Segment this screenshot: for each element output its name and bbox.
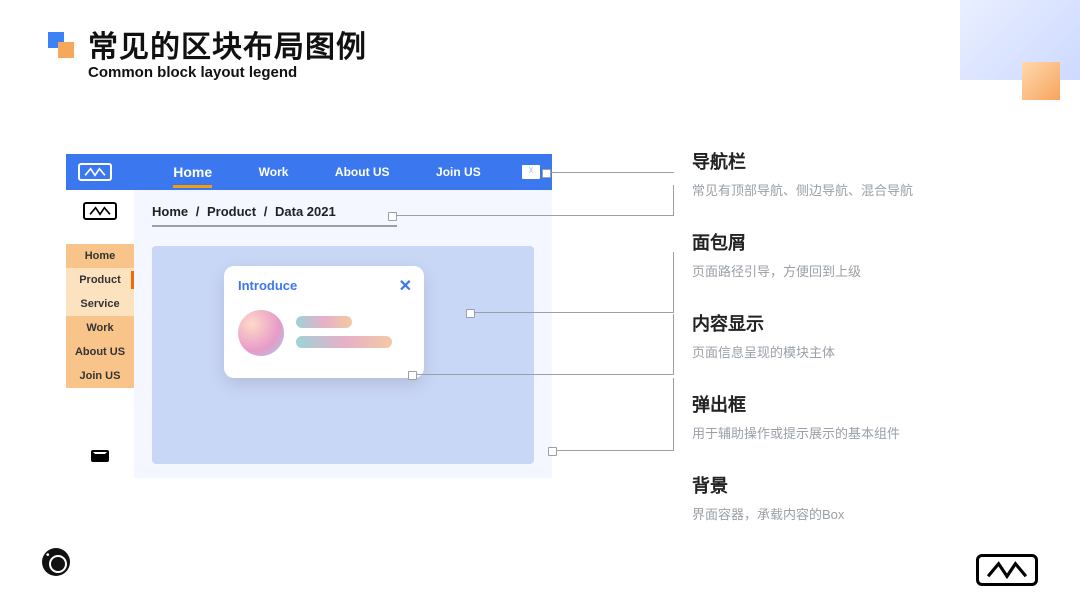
legend-heading: 背景: [692, 472, 1052, 498]
side-nav-item-product[interactable]: Product: [66, 268, 134, 292]
side-nav: Home Product Service Work About US Join …: [66, 190, 134, 478]
connector-line: [390, 215, 674, 216]
legend-desc: 常见有顶部导航、侧边导航、混合导航: [692, 180, 1052, 199]
top-nav-item-work[interactable]: Work: [259, 165, 289, 179]
top-nav-item-join[interactable]: Join US: [436, 165, 481, 179]
legend-desc: 界面容器，承载内容的Box: [692, 504, 1052, 523]
close-icon[interactable]: ✕: [399, 276, 412, 296]
breadcrumb-part[interactable]: Home: [152, 204, 188, 219]
top-nav-items: Home Work About US Join US: [150, 164, 504, 180]
text-placeholder: [296, 336, 392, 348]
page-title-en: Common block layout legend: [88, 64, 297, 81]
breadcrumb-underline: [152, 225, 397, 227]
breadcrumb-current: Data 2021: [275, 204, 336, 219]
legend-row-background: 背景 界面容器，承载内容的Box: [692, 472, 1052, 523]
connector-line: [544, 172, 674, 173]
brand-logo-icon: [78, 163, 112, 181]
title-accent-icon: [48, 32, 76, 60]
side-nav-item-about[interactable]: About US: [66, 340, 134, 364]
avatar-placeholder-icon: [238, 310, 284, 356]
breadcrumb: Home / Product / Data 2021: [152, 204, 534, 219]
connector-line: [410, 374, 674, 375]
top-nav-item-home[interactable]: Home: [173, 164, 212, 180]
page-title-cn: 常见的区块布局图例: [88, 22, 367, 66]
layout-preview: Home Work About US Join US Home Product …: [66, 154, 552, 478]
side-nav-item-work[interactable]: Work: [66, 316, 134, 340]
mail-icon[interactable]: [91, 450, 109, 462]
footer-brand-logo-icon: [976, 554, 1038, 586]
legend-desc: 页面信息呈现的模块主体: [692, 342, 1052, 361]
breadcrumb-sep-icon: /: [264, 204, 268, 219]
legend-heading: 内容显示: [692, 310, 1052, 336]
breadcrumb-part[interactable]: Product: [207, 204, 256, 219]
breadcrumb-sep-icon: /: [196, 204, 200, 219]
legend-heading: 面包屑: [692, 229, 1052, 255]
connector-line: [550, 450, 674, 451]
legend-desc: 页面路径引导，方便回到上级: [692, 261, 1052, 280]
side-nav-item-service[interactable]: Service: [66, 292, 134, 316]
legend-heading: 弹出框: [692, 391, 1052, 417]
decor-gradient-orange: [1022, 62, 1060, 100]
decor-gradient-blue: [960, 0, 1080, 80]
legend: 导航栏 常见有顶部导航、侧边导航、混合导航 面包屑 页面路径引导，方便回到上级 …: [692, 148, 1052, 553]
side-nav-item-join[interactable]: Join US: [66, 364, 134, 388]
popup-dialog: Introduce ✕: [224, 266, 424, 378]
legend-row-nav: 导航栏 常见有顶部导航、侧边导航、混合导航: [692, 148, 1052, 199]
top-nav-item-about[interactable]: About US: [335, 165, 390, 179]
legend-row-popup: 弹出框 用于辅助操作或提示展示的基本组件: [692, 391, 1052, 442]
side-nav-item-home[interactable]: Home: [66, 244, 134, 268]
legend-row-breadcrumb: 面包屑 页面路径引导，方便回到上级: [692, 229, 1052, 280]
legend-row-content: 内容显示 页面信息呈现的模块主体: [692, 310, 1052, 361]
legend-heading: 导航栏: [692, 148, 1052, 174]
mail-icon[interactable]: [522, 165, 540, 179]
footer-badge-icon: [42, 548, 70, 576]
connector-line: [468, 312, 674, 313]
text-placeholder: [296, 316, 352, 328]
main-area: Home / Product / Data 2021 Introduce ✕: [134, 190, 552, 478]
top-nav: Home Work About US Join US: [66, 154, 552, 190]
legend-desc: 用于辅助操作或提示展示的基本组件: [692, 423, 1052, 442]
popup-title: Introduce: [238, 278, 410, 293]
brand-logo-icon: [83, 202, 117, 220]
